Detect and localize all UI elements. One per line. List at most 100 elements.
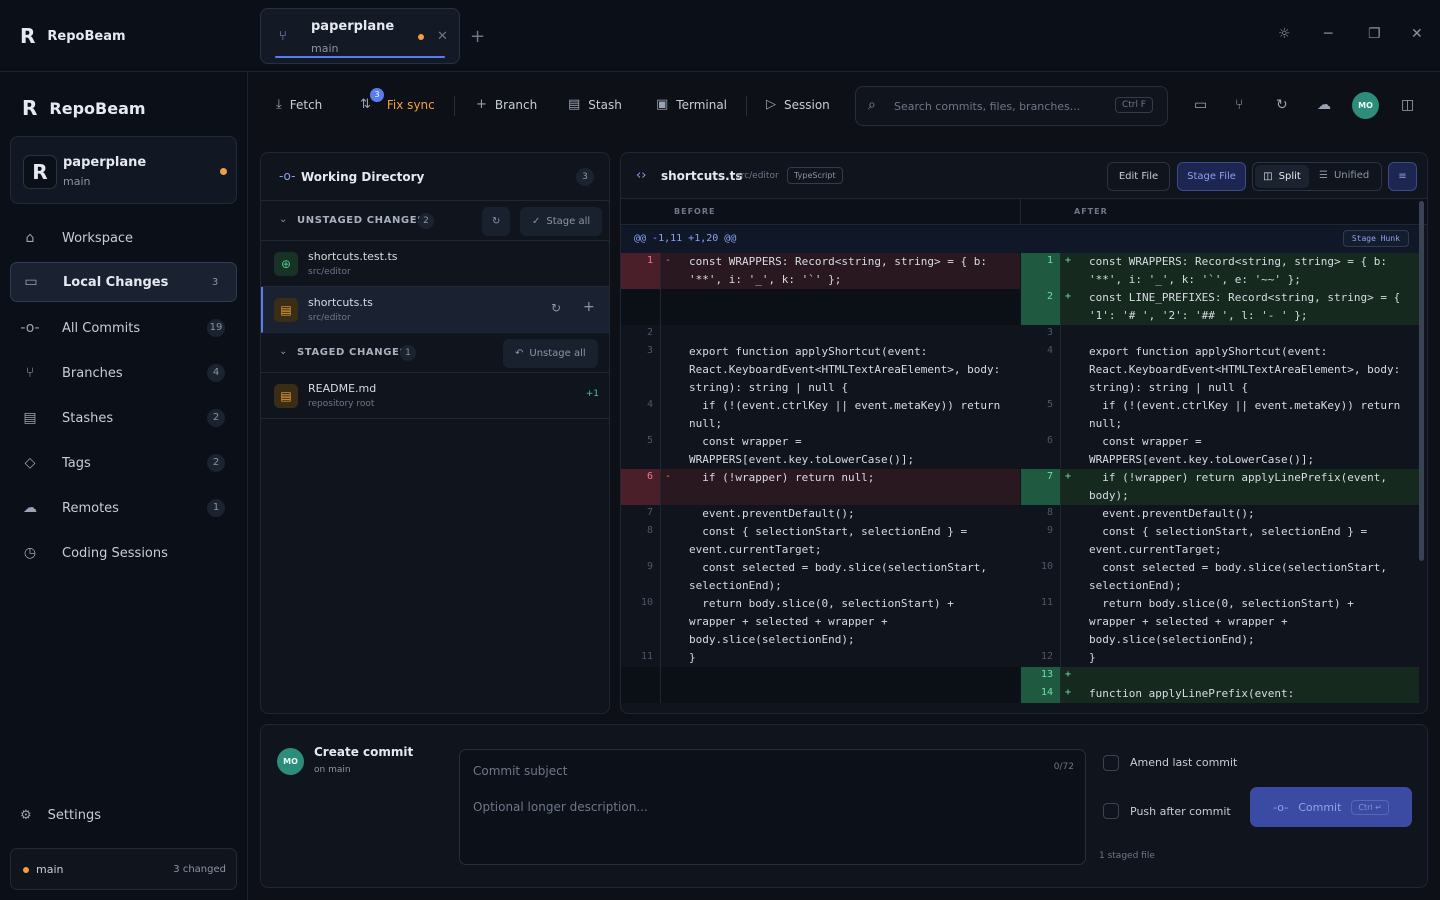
line-gutter: 10 [1021,559,1061,595]
search-placeholder: Search commits, files, branches... [894,100,1081,113]
commit-description-input[interactable]: Optional longer description... [473,800,648,814]
sidebar-item-local-changes[interactable]: ▭ Local Changes 3 [10,262,237,302]
code-line: const { selectionStart, selectionEnd } = [1089,525,1368,538]
status-changed: 3 changed [173,864,226,875]
sidebar-item-count: 1 [207,499,225,517]
app-brand: R RepoBeam [20,24,126,48]
diff-row-left: 4 if (!(event.ctrlKey || event.metaKey))… [621,397,1020,433]
stash-button[interactable]: ▤ Stash [568,97,622,112]
search-input[interactable]: ⌕ Search commits, files, branches... Ctr… [855,86,1168,126]
wrap-lines-icon[interactable]: ≡ [1388,162,1417,191]
edit-file-button[interactable]: Edit File [1107,162,1170,191]
split-view-button[interactable]: ◫ Split [1255,165,1309,188]
language-badge: TypeScript [787,167,843,184]
avatar[interactable]: MO [1352,92,1379,119]
commit-button[interactable]: -o- Commit Ctrl ↵ [1250,787,1412,827]
sidebar-brand-name: RepoBeam [49,98,146,118]
unstaged-file-row[interactable]: ▤ shortcuts.ts src/editor ↻ + [261,287,609,333]
column-divider [1020,199,1021,225]
sidebar-item-all-commits[interactable]: -o- All Commits 19 [10,308,237,348]
close-window-icon[interactable]: ✕ [1411,26,1423,42]
session-button[interactable]: ▷ Session [766,97,830,112]
diff-row-left: 6 - if (!wrapper) return null; [621,469,1020,505]
commit-message-box[interactable]: Commit subject 0/72 Optional longer desc… [459,749,1086,865]
discard-file-icon[interactable]: ↻ [551,301,561,315]
working-directory-header: -o- Working Directory 3 [261,153,609,201]
branch-button[interactable]: + Branch [476,97,537,112]
diff-row-left: 5 const wrapper = WRAPPERS[event.key.toLo… [621,433,1020,469]
fetch-button[interactable]: ⤓ Fetch [276,97,322,112]
line-number: 7 [646,507,653,518]
line-gutter: 2 [621,325,661,343]
working-directory-count: 3 [576,168,594,186]
line-number: 13 [1040,669,1053,680]
add-tab-icon[interactable]: + [470,26,485,47]
sidebar-item-branches[interactable]: ⑂ Branches 4 [10,353,237,393]
commit-icon: -o- [20,320,40,336]
terminal-button[interactable]: ▣ Terminal [656,97,727,112]
close-tab-icon[interactable]: ✕ [437,29,448,44]
tag-icon: ◇ [24,455,36,471]
sidebar-item-stashes[interactable]: ▤ Stashes 2 [10,398,237,438]
discard-all-button[interactable]: ↻ [482,207,511,236]
repo-card[interactable]: R paperplane main [10,136,237,204]
code-line: '1': '# ', '2': '## ', l: '- ' }; [1089,309,1308,322]
branch-status[interactable]: main 3 changed [10,848,237,890]
sidebar-item-tags[interactable]: ◇ Tags 2 [10,443,237,483]
amend-checkbox[interactable] [1103,755,1119,771]
sidebar-item-coding-sessions[interactable]: ◷ Coding Sessions [10,533,237,573]
line-gutter: 6 [621,469,661,505]
panel-toggle-icon[interactable]: ◫ [1401,97,1414,113]
maximize-icon[interactable]: ❐ [1368,26,1381,42]
minimize-icon[interactable]: ─ [1324,26,1332,42]
status-branch: main [36,863,64,876]
fork-icon[interactable]: ⑂ [1235,97,1243,113]
change-marker: - [665,255,672,266]
line-number: 10 [640,597,653,608]
commit-subject-input[interactable]: Commit subject [473,764,567,778]
unstage-all-button[interactable]: ↶ Unstage all [503,339,598,368]
unstaged-file-row[interactable]: ⊕ shortcuts.test.ts src/editor [261,241,609,287]
diff-scrollbar[interactable] [1419,201,1424,561]
staged-file-row[interactable]: ▤ README.md repository root +1 [261,373,609,419]
line-gutter: 3 [1021,325,1061,343]
unified-view-button[interactable]: ☰ Unified [1319,170,1369,181]
line-number: 9 [646,561,653,572]
sidebar-item-label: Coding Sessions [62,545,168,561]
unstaged-section-header[interactable]: ⌄ UNSTAGED CHANGES 2 ↻ ✓ Stage all [261,201,609,241]
diff-row-right: 9 const { selectionStart, selectionEnd }… [1021,523,1419,559]
stage-hunk-button[interactable]: Stage Hunk [1342,230,1409,247]
push-checkbox[interactable] [1103,803,1119,819]
stage-file-icon[interactable]: + [583,299,595,315]
new-file-icon: ⊕ [274,252,298,276]
code-line: '**', i: '_', k: '`' }; [689,273,842,286]
code-line: const selected = body.slice(selectionSta… [689,561,988,574]
sidebar-item-label: Local Changes [63,274,169,290]
stage-all-button[interactable]: ✓ Stage all [520,207,603,236]
code-line: null; [689,417,723,430]
code-line: string): string | null { [689,381,848,394]
code-line: selectionEnd); [1089,579,1182,592]
staged-section-header[interactable]: ⌄ STAGED CHANGES 1 ↶ Unstage all [261,333,609,373]
refresh-icon[interactable]: ↻ [1276,97,1288,113]
change-marker: + [1065,291,1072,302]
diff-row-right: 5 if (!(event.ctrlKey || event.metaKey))… [1021,397,1419,433]
code-line: if (!(event.ctrlKey || event.metaKey)) r… [1089,399,1401,412]
sidebar-item-workspace[interactable]: ⌂ Workspace [10,218,237,258]
sidebar-item-remotes[interactable]: ☁ Remotes 1 [10,488,237,528]
stage-file-button[interactable]: Stage File [1177,162,1246,191]
plus-icon: + [476,97,487,112]
settings-button[interactable]: ⚙ Settings [20,808,101,823]
line-gutter: 4 [621,397,661,433]
folder-icon[interactable]: ▭ [1194,97,1207,113]
diff-row-left: 7 event.preventDefault(); [621,505,1020,523]
diff-row-right: 1 + const WRAPPERS: Record<string, string>… [1021,253,1419,289]
theme-toggle-icon[interactable]: ☼ [1278,26,1291,42]
diff-row-left: 3 export function applyShortcut(event: Rea… [621,343,1020,397]
cloud-sync-icon[interactable]: ☁ [1317,97,1331,113]
unstage-all-label: Unstage all [529,348,586,359]
branch-icon: ⑂ [279,29,287,44]
fix-sync-button[interactable]: ⇅ 3 Fix sync [360,88,435,112]
search-shortcut: Ctrl F [1114,97,1153,113]
repo-tab[interactable]: ⑂ paperplane main ✕ [260,8,460,64]
